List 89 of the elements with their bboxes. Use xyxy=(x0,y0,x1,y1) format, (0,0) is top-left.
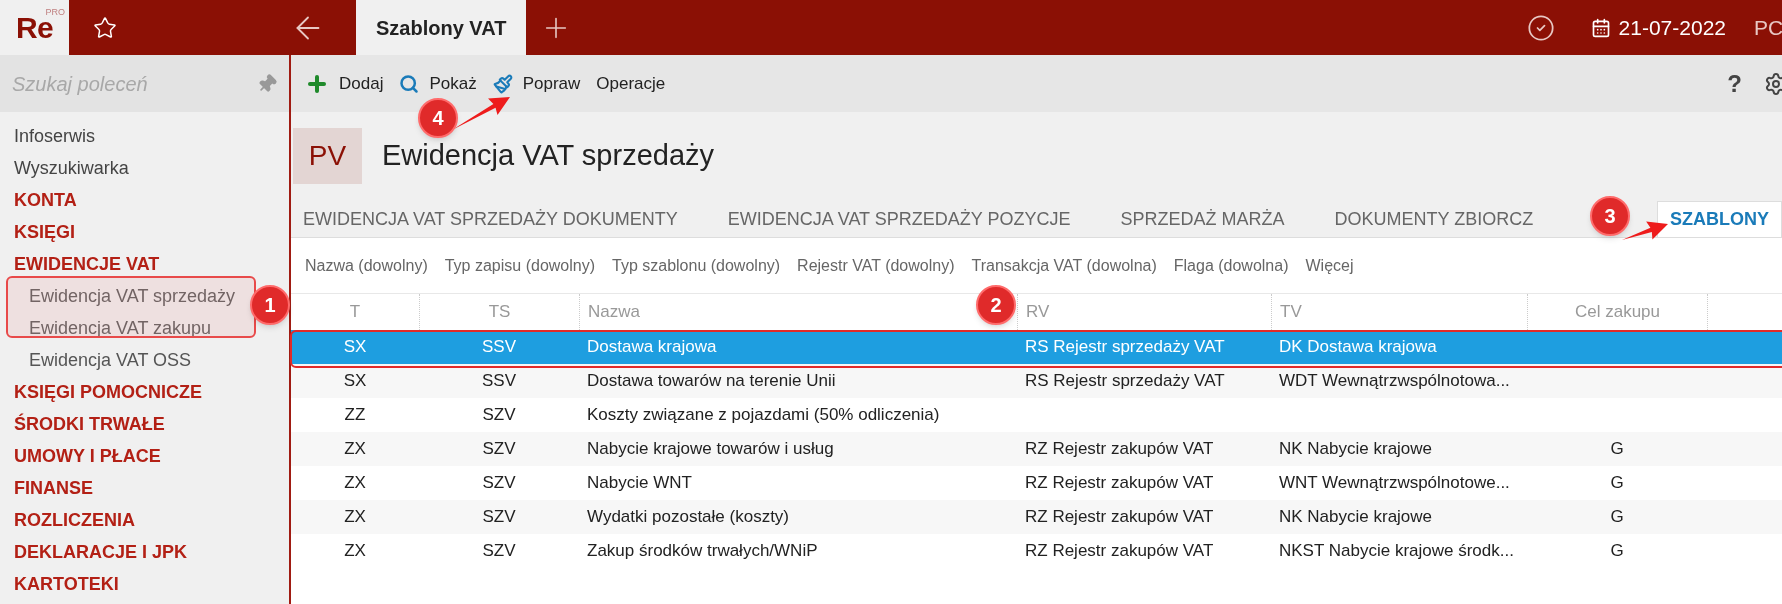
sidebar-subitem[interactable]: Ewidencja VAT OSS xyxy=(14,344,192,376)
table-cell-text: Wydatki pozostałe (koszty) xyxy=(587,506,790,529)
table-cell-text: SZV xyxy=(482,438,516,461)
filter-chip[interactable]: Więcej xyxy=(1305,253,1354,278)
table-cell-text: Nabycie krajowe towarów i usług xyxy=(587,438,834,461)
table-cell-text: Dostawa towarów na terenie Unii xyxy=(587,370,836,393)
search-bar[interactable]: Szukaj poleceń xyxy=(0,55,289,112)
table-cell-text: Dostawa krajowa xyxy=(587,336,717,359)
filter-chip[interactable]: Rejestr VAT (dowolny) xyxy=(797,253,955,278)
view-tab[interactable]: SZABLONY xyxy=(1657,201,1782,237)
sidebar-item[interactable]: EWIDENCJE VAT xyxy=(14,248,160,280)
sidebar-item[interactable]: DEKLARACJE I JPK xyxy=(14,536,188,568)
search-icon xyxy=(399,73,420,94)
column-header[interactable]: T xyxy=(291,294,419,330)
table-cell-text: SZV xyxy=(482,540,516,563)
brush-icon xyxy=(492,73,513,94)
search-field[interactable]: Szukaj poleceń xyxy=(12,68,232,99)
sidebar-item[interactable]: ŚRODKI TRWAŁE xyxy=(14,408,165,440)
table-cell-text: SZV xyxy=(482,472,516,495)
filter-chip[interactable]: Flaga (dowolna) xyxy=(1173,253,1289,278)
star-icon[interactable] xyxy=(93,15,117,40)
sidebar-item[interactable]: UMOWY I PŁACE xyxy=(14,440,161,472)
table-cell-text: NK Nabycie krajowe xyxy=(1279,506,1433,529)
table-cell-text: SX xyxy=(343,336,367,359)
table-cell-text: G xyxy=(1610,472,1624,495)
calendar-icon[interactable] xyxy=(1590,17,1611,38)
sidebar-item[interactable]: KSIĘGI xyxy=(14,216,75,248)
table-cell-text: WNT Wewnątrzwspólnotowe... xyxy=(1279,472,1510,495)
filter-chip[interactable]: Typ szablonu (dowolny) xyxy=(612,253,781,278)
page-title: Ewidencja VAT sprzedaży xyxy=(382,138,715,174)
toolbar-button[interactable]: Dodaj xyxy=(305,70,384,97)
table-cell-text: Nabycie WNT xyxy=(587,472,692,495)
table-cell-text: WDT Wewnątrzwspólnotowa... xyxy=(1279,370,1510,393)
filter-chip[interactable]: Typ zapisu (dowolny) xyxy=(444,253,595,278)
sidebar-subitem[interactable]: Ewidencja VAT sprzedaży xyxy=(14,280,236,312)
table-cell-text: ZX xyxy=(344,540,366,563)
table-cell-text: RZ Rejestr zakupów VAT xyxy=(1025,506,1214,529)
document-tab[interactable]: Szablony VAT xyxy=(356,0,527,55)
table-cell-text: SZV xyxy=(482,404,516,427)
column-header[interactable]: Cel zakupu xyxy=(1527,294,1707,330)
table-cell-text: RS Rejestr sprzedaży VAT xyxy=(1025,336,1225,359)
table-cell-text: G xyxy=(1610,506,1624,529)
settings-icon[interactable] xyxy=(1764,71,1782,96)
table-cell-text: Koszty związane z pojazdami (50% odliczenia) xyxy=(587,404,940,427)
table-cell-text: RS Rejestr sprzedaży VAT xyxy=(1025,370,1225,393)
table-cell-text: G xyxy=(1610,540,1624,563)
toolbar-button[interactable]: Popraw xyxy=(492,70,581,97)
sidebar-subitem[interactable]: Ewidencja VAT zakupu xyxy=(14,312,212,344)
table-cell-text: ZX xyxy=(344,472,366,495)
annotation-arrow xyxy=(1622,221,1668,240)
table-cell-text: SX xyxy=(343,370,367,393)
view-tab[interactable]: EWIDENCJA VAT SPRZEDAŻY DOKUMENTY xyxy=(291,201,690,237)
toolbar-button[interactable]: Pokaż xyxy=(399,70,477,97)
table-row[interactable]: SX SSV Dostawa krajowa RS Rejestr sprzedaży VAT DK Dostawa krajowa xyxy=(291,330,1782,364)
table-cell-text: NK Nabycie krajowe xyxy=(1279,438,1433,461)
sidebar-item[interactable]: FINANSE xyxy=(14,472,93,504)
sidebar-item[interactable]: KONTA xyxy=(14,184,77,216)
user-label[interactable]: PC xyxy=(1754,11,1782,44)
sidebar-item[interactable]: Infoserwis xyxy=(14,120,96,152)
table-cell-text: RZ Rejestr zakupów VAT xyxy=(1025,438,1214,461)
table-cell-text: NKST Nabycie krajowe środk... xyxy=(1279,540,1514,563)
filter-chip[interactable]: Transakcja VAT (dowolna) xyxy=(971,253,1157,278)
table-cell-text: SZV xyxy=(482,506,516,529)
date-label[interactable]: 21-07-2022 xyxy=(1618,11,1726,44)
table-cell-text: SSV xyxy=(482,336,516,359)
table-cell-text: Zakup środków trwałych/WNiP xyxy=(587,540,818,563)
sidebar-item[interactable]: Wyszukiwarka xyxy=(14,152,129,184)
table-cell-text: ZX xyxy=(344,506,366,529)
table-cell-text: DK Dostawa krajowa xyxy=(1279,336,1437,359)
table-cell-text: G xyxy=(1610,438,1624,461)
sidebar-item[interactable]: KARTOTEKI xyxy=(14,568,119,600)
table-cell-text: ZZ xyxy=(344,404,366,427)
view-tab[interactable]: DOKUMENTY ZBIORCZ xyxy=(1322,201,1546,237)
check-icon[interactable] xyxy=(1526,13,1555,42)
sidebar-item[interactable]: KSIĘGI POMOCNICZE xyxy=(14,376,202,408)
view-tab[interactable]: EWIDENCJA VAT SPRZEDAŻY POZYCJE xyxy=(715,201,1083,237)
table-cell-text: RZ Rejestr zakupów VAT xyxy=(1025,540,1214,563)
module-badge: PV xyxy=(293,128,362,184)
filter-chip[interactable]: Nazwa (dowolny) xyxy=(305,253,428,278)
help-button[interactable]: ? xyxy=(1727,65,1742,102)
view-tab[interactable]: SPRZEDAŻ MARŻA xyxy=(1108,201,1297,237)
table-cell-text: SSV xyxy=(482,370,516,393)
toolbar-button[interactable]: Operacje xyxy=(596,70,666,97)
table-cell-text: ZX xyxy=(344,438,366,461)
sidebar-item[interactable]: ROZLICZENIA xyxy=(14,504,135,536)
table-row[interactable]: SX SSV Dostawa towarów na terenie Unii RS Rejestr sprzedaży VAT WDT Wewnątrzwspólnotowa... xyxy=(291,364,1782,398)
table-row[interactable]: ZX SZV Wydatki pozostałe (koszty) RZ Rejestr zakupów VAT NK Nabycie krajowe G xyxy=(291,500,1782,534)
table-cell-text: RZ Rejestr zakupów VAT xyxy=(1025,472,1214,495)
table-row[interactable]: ZX SZV Nabycie krajowe towarów i usług RZ Rejestr zakupów VAT NK Nabycie krajowe G xyxy=(291,432,1782,466)
